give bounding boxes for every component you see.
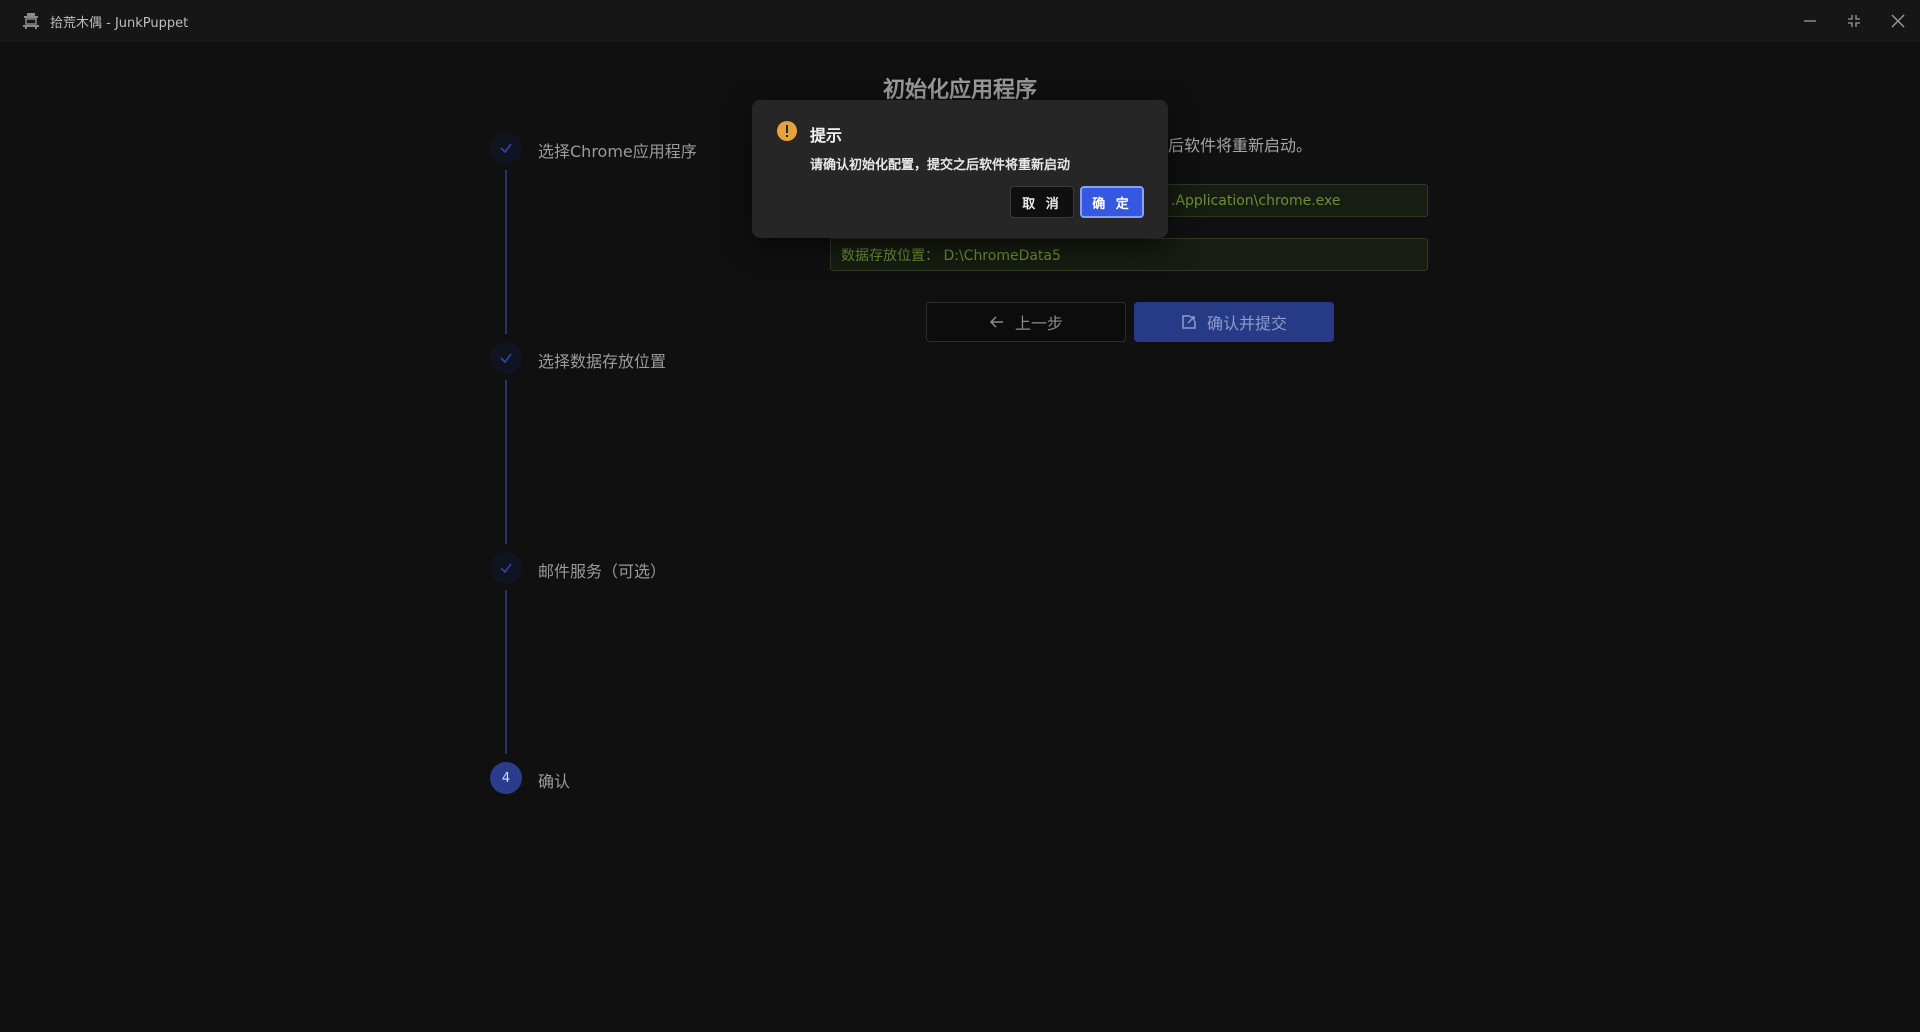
step-connector: [505, 170, 507, 334]
step-2-check-icon: [490, 342, 522, 374]
confirm-submit-label: 确认并提交: [1206, 314, 1287, 333]
dialog-title: 提示: [810, 126, 843, 145]
app-logo-icon: [23, 13, 39, 29]
data-location-field: 数据存放位置： D:\ChromeData5: [830, 238, 1428, 271]
minimize-button[interactable]: [1794, 8, 1826, 34]
cancel-button[interactable]: 取 消: [1010, 186, 1074, 218]
fullscreen-icon: [1848, 15, 1860, 27]
step-2-label: 选择数据存放位置: [538, 352, 667, 371]
step-3-check-icon: [490, 552, 522, 584]
step-connector: [505, 590, 507, 754]
step-connector: [505, 380, 507, 544]
previous-step-label: 上一步: [1014, 314, 1063, 333]
confirm-dialog: 提示 请确认初始化配置，提交之后软件将重新启动 取 消 确 定: [752, 100, 1168, 238]
submit-icon: [1182, 315, 1196, 329]
step-1-check-icon: [490, 132, 522, 164]
ok-button[interactable]: 确 定: [1080, 186, 1144, 218]
confirm-description: 后软件将重新启动。: [1168, 136, 1313, 155]
window-title: 拾荒木偶 - JunkPuppet: [50, 16, 189, 31]
step-4-number: 4: [490, 762, 522, 794]
title-bar: 拾荒木偶 - JunkPuppet: [0, 0, 1920, 42]
step-4-label: 确认: [538, 772, 571, 791]
close-icon: [1891, 14, 1905, 28]
dialog-message: 请确认初始化配置，提交之后软件将重新启动: [810, 158, 1071, 173]
previous-step-button[interactable]: 上一步: [926, 302, 1126, 342]
step-3-label: 邮件服务（可选）: [538, 562, 667, 581]
fullscreen-button[interactable]: [1838, 8, 1870, 34]
confirm-submit-button[interactable]: 确认并提交: [1134, 302, 1334, 342]
warning-icon: [777, 121, 797, 141]
minimize-icon: [1804, 20, 1816, 22]
arrow-left-icon: [989, 316, 1003, 328]
step-1-label: 选择Chrome应用程序: [538, 142, 697, 161]
close-button[interactable]: [1882, 8, 1914, 34]
